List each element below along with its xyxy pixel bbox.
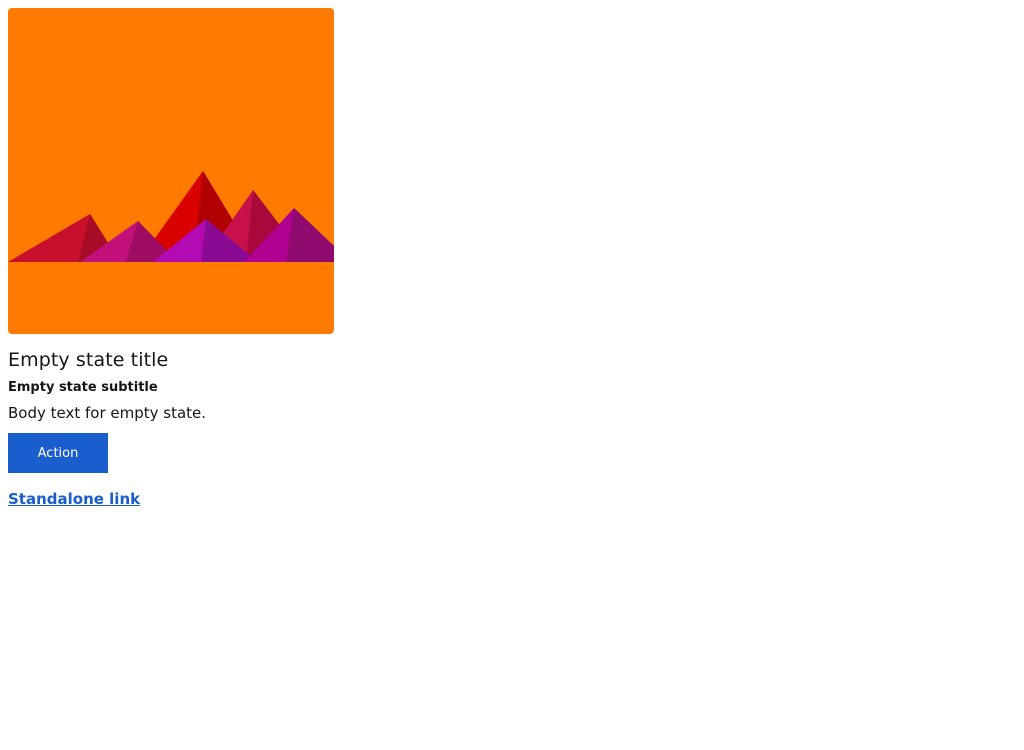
empty-state-body: Body text for empty state. bbox=[8, 404, 207, 422]
empty-state-title: Empty state title bbox=[8, 349, 169, 371]
action-button[interactable]: Action bbox=[8, 433, 108, 473]
mountains-illustration-icon bbox=[8, 8, 334, 334]
standalone-link[interactable]: Standalone link bbox=[8, 490, 140, 508]
empty-state-subtitle: Empty state subtitle bbox=[8, 380, 158, 395]
empty-state: Empty state title Empty state subtitle B… bbox=[8, 8, 334, 508]
link-row: Standalone link bbox=[8, 489, 334, 508]
